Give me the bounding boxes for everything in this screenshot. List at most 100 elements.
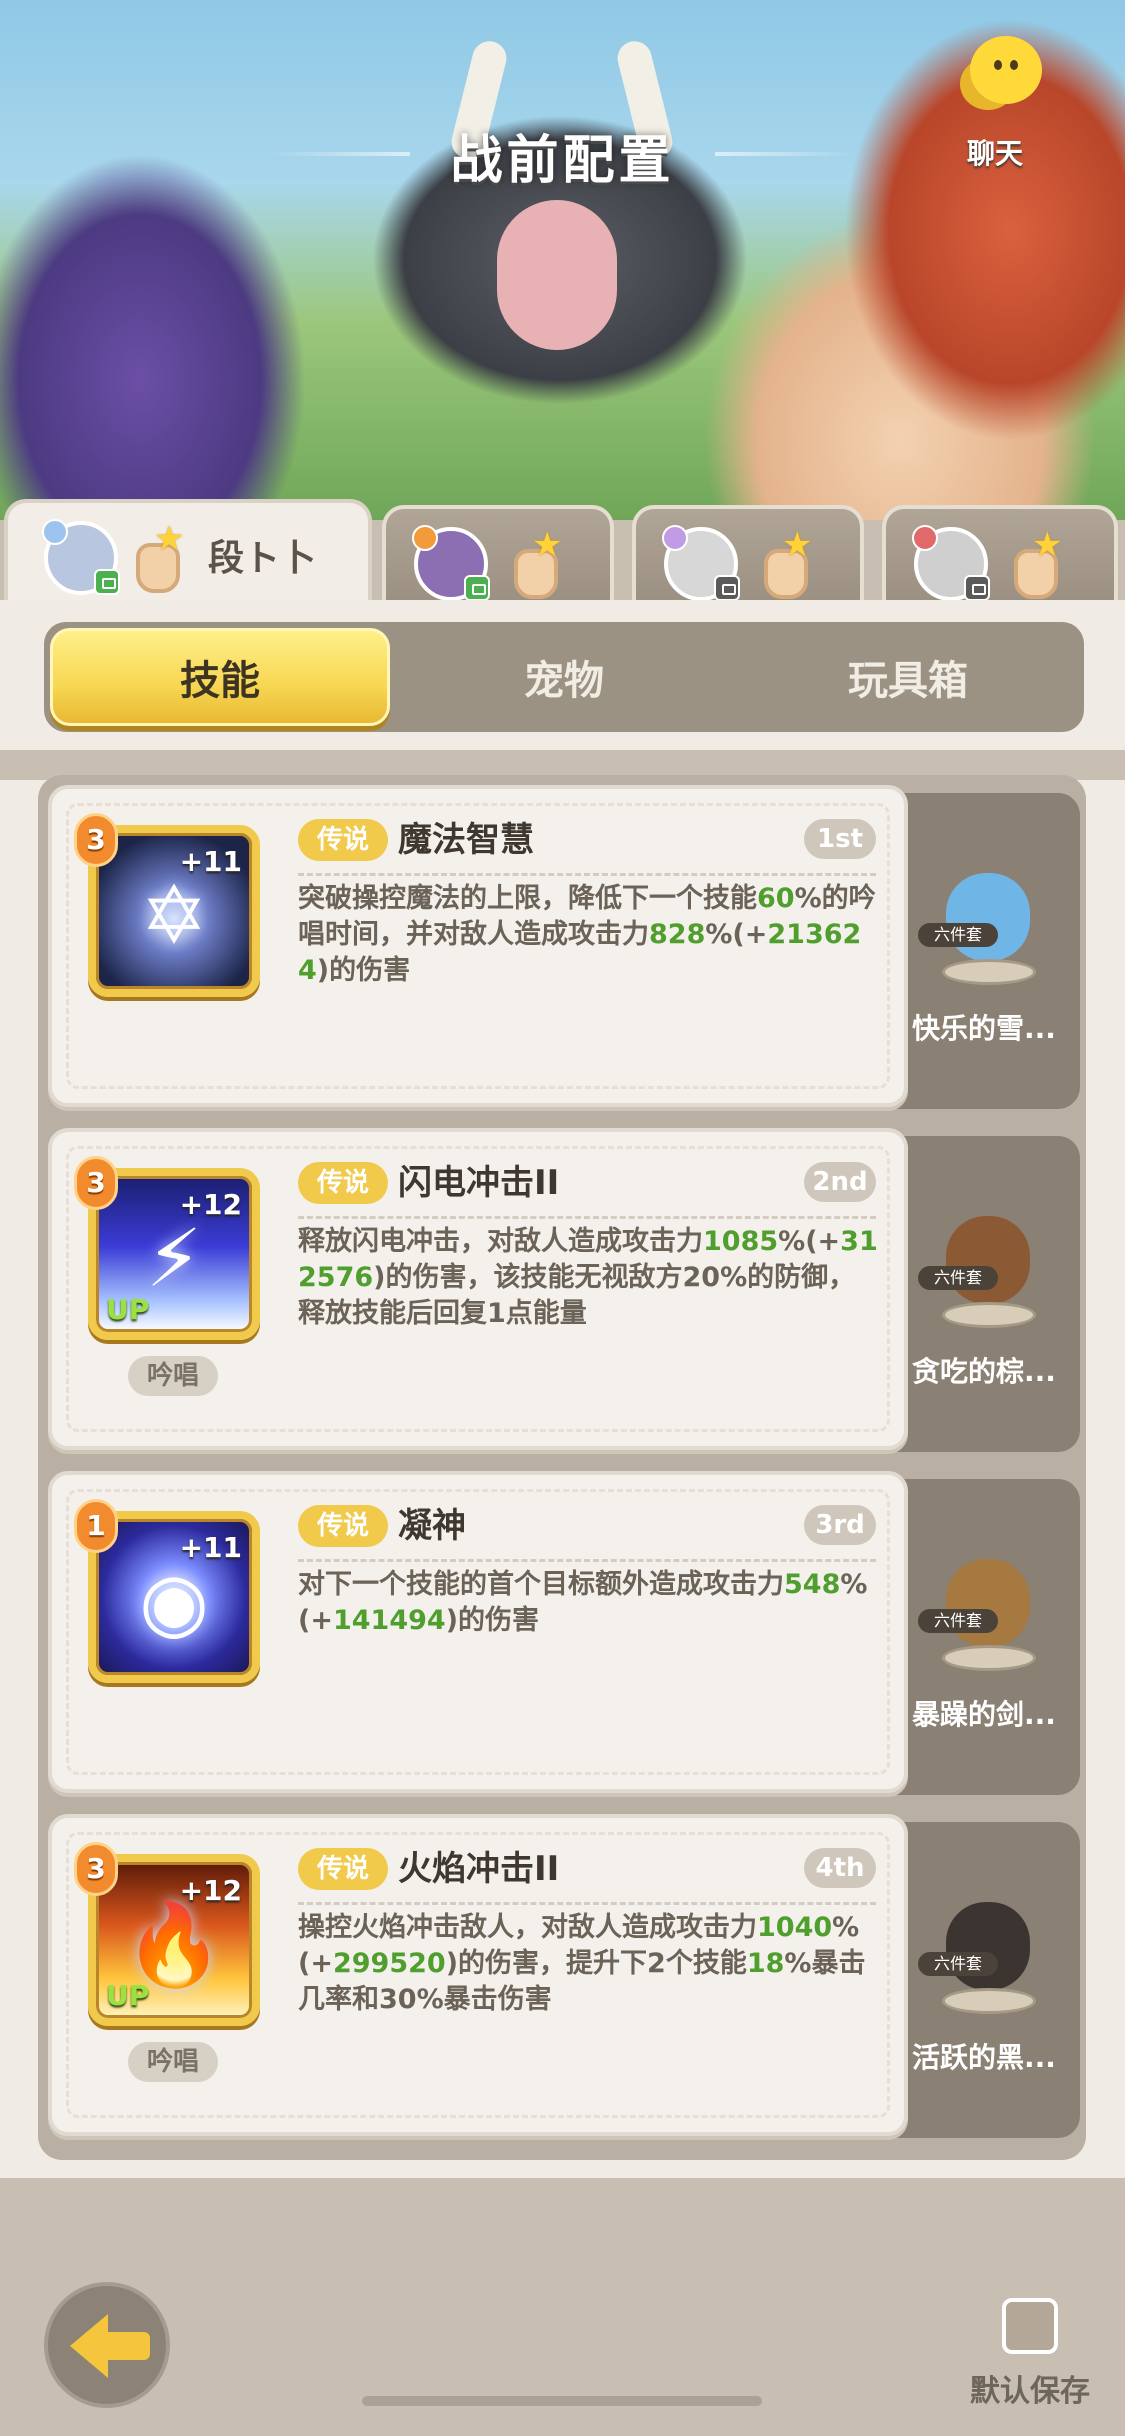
skill-row[interactable]: 六件套 快乐的雪... ✡ +11 3 传说 魔法智慧 1st 突破操控魔法的上… (48, 785, 1080, 1115)
pet-slot[interactable]: 六件套 活跃的黑... (888, 1822, 1080, 2138)
rarity-tag: 传说 (298, 1162, 388, 1204)
back-arrow-icon (70, 2314, 108, 2378)
skill-level-badge: 3 (74, 813, 118, 867)
pet-set-tag: 六件套 (918, 1952, 998, 1976)
player-tab-4[interactable]: ★ (882, 505, 1118, 605)
skill-icon-wrap[interactable]: 🔥 +12 UP 3 吟唱 (74, 1842, 260, 2082)
mini-badge-icon (412, 525, 438, 551)
enhance-level: +12 (179, 1874, 242, 1907)
player-tabs: ★ 段ト卜 ★ ★ ★ (0, 499, 1125, 605)
enhance-level: +12 (179, 1188, 242, 1221)
default-save-label: 默认保存 (970, 2374, 1090, 2409)
player-avatar (412, 525, 490, 601)
skill-name: 火焰冲击II (398, 1849, 560, 1889)
skill-card[interactable]: ⚡ +12 UP 3 吟唱 传说 闪电冲击II 2nd 释放闪电冲击，对敌人造成… (48, 1128, 908, 1450)
skill-name: 闪电冲击II (398, 1163, 560, 1203)
like-hand-icon[interactable]: ★ (128, 519, 190, 595)
desc-text: 释放闪电冲击，对敌人造成攻击力 (298, 1226, 703, 1257)
desc-text: 对下一个技能的首个目标额外造成攻击力 (298, 1569, 784, 1600)
tab-toybox[interactable]: 玩具箱 (738, 628, 1078, 726)
desc-text: 突破操控魔法的上限，降低下一个技能 (298, 883, 757, 914)
skill-row[interactable]: 六件套 贪吃的棕... ⚡ +12 UP 3 吟唱 传说 闪电冲击II 2nd … (48, 1128, 1080, 1458)
name-divider (298, 1559, 876, 1562)
skill-icon-wrap[interactable]: ✡ +11 3 (74, 813, 260, 997)
desc-text: %(+ (705, 919, 768, 950)
chat-status-icon (464, 575, 490, 601)
skill-rank: 2nd (804, 1162, 876, 1202)
skill-level-badge: 1 (74, 1499, 118, 1553)
skill-rank: 1st (804, 819, 876, 859)
like-hand-icon[interactable]: ★ (506, 525, 568, 601)
skill-rank: 4th (804, 1848, 876, 1888)
player-name: 段ト卜 (208, 538, 317, 579)
skill-row[interactable]: 六件套 暴躁的剑... ◉ +11 1 传说 凝神 3rd 对下一个技能的首个目… (48, 1471, 1080, 1801)
player-avatar (42, 519, 120, 595)
back-arrow-shaft (104, 2332, 150, 2360)
boar-snout (497, 200, 617, 350)
highlight-value: 60 (757, 883, 795, 914)
skill-card[interactable]: ✡ +11 3 传说 魔法智慧 1st 突破操控魔法的上限，降低下一个技能60%… (48, 785, 908, 1107)
highlight-value: 1085 (703, 1226, 779, 1257)
back-button[interactable] (44, 2282, 170, 2408)
name-divider (298, 873, 876, 876)
rarity-tag: 传说 (298, 1848, 388, 1890)
pet-slot[interactable]: 六件套 贪吃的棕... (888, 1136, 1080, 1452)
enhance-level: +11 (179, 845, 242, 878)
desc-text: %(+ (778, 1226, 841, 1257)
highlight-value: 828 (649, 919, 706, 950)
desc-text: )的伤害，提升下2个技能 (445, 1948, 747, 1979)
pet-slot[interactable]: 六件套 快乐的雪... (888, 793, 1080, 1109)
enhance-level: +11 (179, 1531, 242, 1564)
skill-name: 凝神 (398, 1506, 466, 1546)
pet-set-tag: 六件套 (918, 923, 998, 947)
chat-status-icon (964, 575, 990, 601)
skill-card[interactable]: ◉ +11 1 传说 凝神 3rd 对下一个技能的首个目标额外造成攻击力548%… (48, 1471, 908, 1793)
default-save-checkbox[interactable] (1002, 2298, 1058, 2354)
skill-level-badge: 3 (74, 1156, 118, 1210)
desc-text: )的伤害，该技能无视敌方20%的防御，释放技能后回复1点能量 (298, 1262, 856, 1329)
chat-button[interactable]: 聊天 (940, 36, 1050, 170)
mini-badge-icon (662, 525, 688, 551)
skill-name: 魔法智慧 (398, 820, 534, 860)
player-tab-1[interactable]: ★ 段ト卜 (4, 499, 372, 605)
player-tab-3[interactable]: ★ (632, 505, 864, 605)
skill-level-badge: 3 (74, 1842, 118, 1896)
pet-name: 贪吃的棕... (912, 1355, 1056, 1388)
upgrade-indicator: UP (106, 1979, 150, 2012)
chat-status-icon (714, 575, 740, 601)
player-tab-2[interactable]: ★ (382, 505, 614, 605)
chat-label: 聊天 (966, 137, 1023, 170)
bottom-bar: 默认保存 (0, 2178, 1125, 2436)
skill-description: 突破操控魔法的上限，降低下一个技能60%的吟唱时间，并对敌人造成攻击力828%(… (298, 881, 882, 989)
skill-icon-wrap[interactable]: ⚡ +12 UP 3 吟唱 (74, 1156, 260, 1396)
highlight-value: 299520 (332, 1948, 446, 1979)
rarity-tag: 传说 (298, 819, 388, 861)
skill-list: 六件套 快乐的雪... ✡ +11 3 传说 魔法智慧 1st 突破操控魔法的上… (38, 775, 1086, 2160)
mini-badge-icon (912, 525, 938, 551)
skill-card[interactable]: 🔥 +12 UP 3 吟唱 传说 火焰冲击II 4th 操控火焰冲击敌人，对敌人… (48, 1814, 908, 2136)
desc-text: 操控火焰冲击敌人，对敌人造成攻击力 (298, 1912, 757, 1943)
tab-skills[interactable]: 技能 (50, 628, 390, 726)
skill-description: 对下一个技能的首个目标额外造成攻击力548%(+141494)的伤害 (298, 1567, 882, 1639)
desc-text: )的伤害 (445, 1605, 540, 1636)
player-avatar (662, 525, 740, 601)
section-tabs: 技能 宠物 玩具箱 (44, 622, 1084, 732)
like-hand-icon[interactable]: ★ (1006, 525, 1068, 601)
highlight-value: 1040 (757, 1912, 833, 1943)
name-divider (298, 1902, 876, 1905)
chant-tag: 吟唱 (128, 2042, 218, 2082)
upgrade-indicator: UP (106, 1293, 150, 1326)
skill-rank: 3rd (804, 1505, 876, 1545)
highlight-value: 141494 (332, 1605, 446, 1636)
like-hand-icon[interactable]: ★ (756, 525, 818, 601)
skill-icon-wrap[interactable]: ◉ +11 1 (74, 1499, 260, 1683)
tab-pets[interactable]: 宠物 (394, 628, 734, 726)
home-indicator (362, 2396, 762, 2406)
highlight-value: 548 (784, 1569, 841, 1600)
name-divider (298, 1216, 876, 1219)
skill-row[interactable]: 六件套 活跃的黑... 🔥 +12 UP 3 吟唱 传说 火焰冲击II 4th … (48, 1814, 1080, 2144)
pet-slot[interactable]: 六件套 暴躁的剑... (888, 1479, 1080, 1795)
pet-set-tag: 六件套 (918, 1266, 998, 1290)
mini-badge-icon (42, 519, 68, 545)
pet-name: 活跃的黑... (912, 2041, 1056, 2074)
